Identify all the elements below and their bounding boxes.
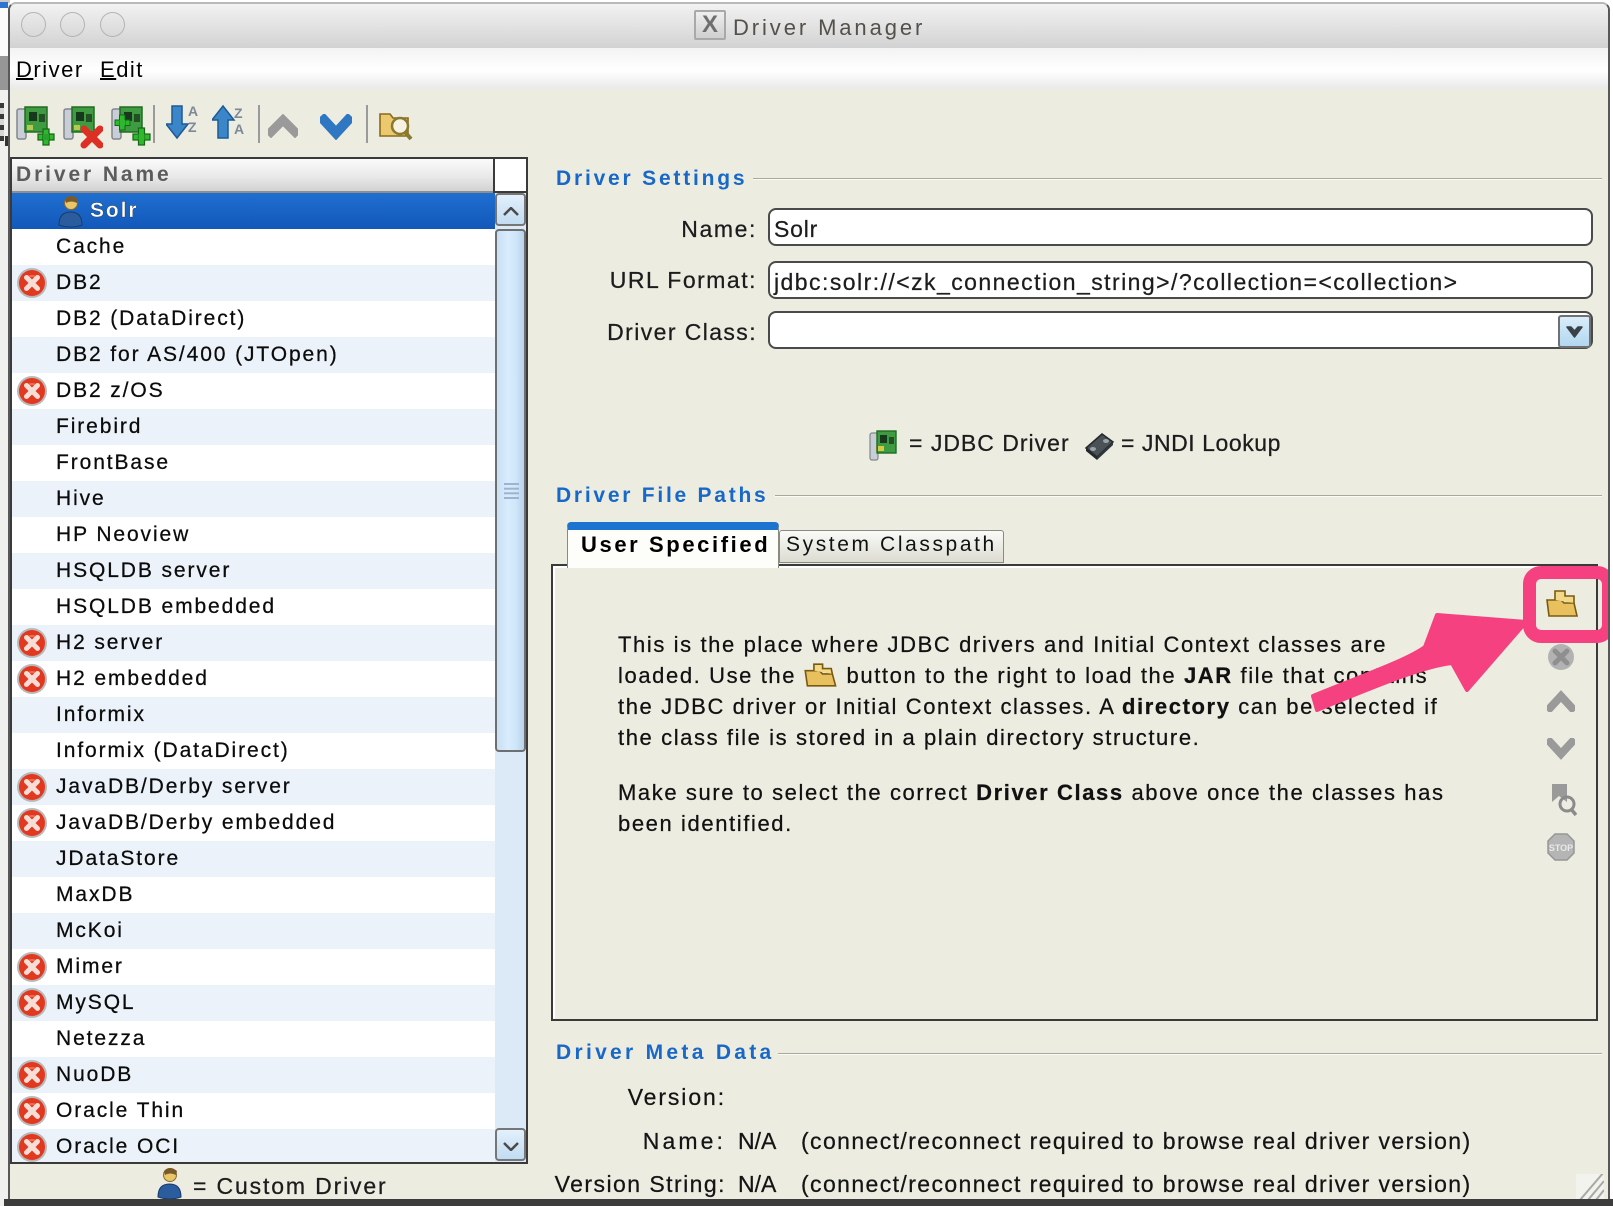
- svg-text:A: A: [188, 103, 198, 119]
- svg-text:Z: Z: [188, 119, 197, 135]
- svg-text:Z: Z: [234, 105, 243, 121]
- svg-text:A: A: [234, 121, 244, 137]
- svg-text:STOP: STOP: [1549, 843, 1573, 853]
